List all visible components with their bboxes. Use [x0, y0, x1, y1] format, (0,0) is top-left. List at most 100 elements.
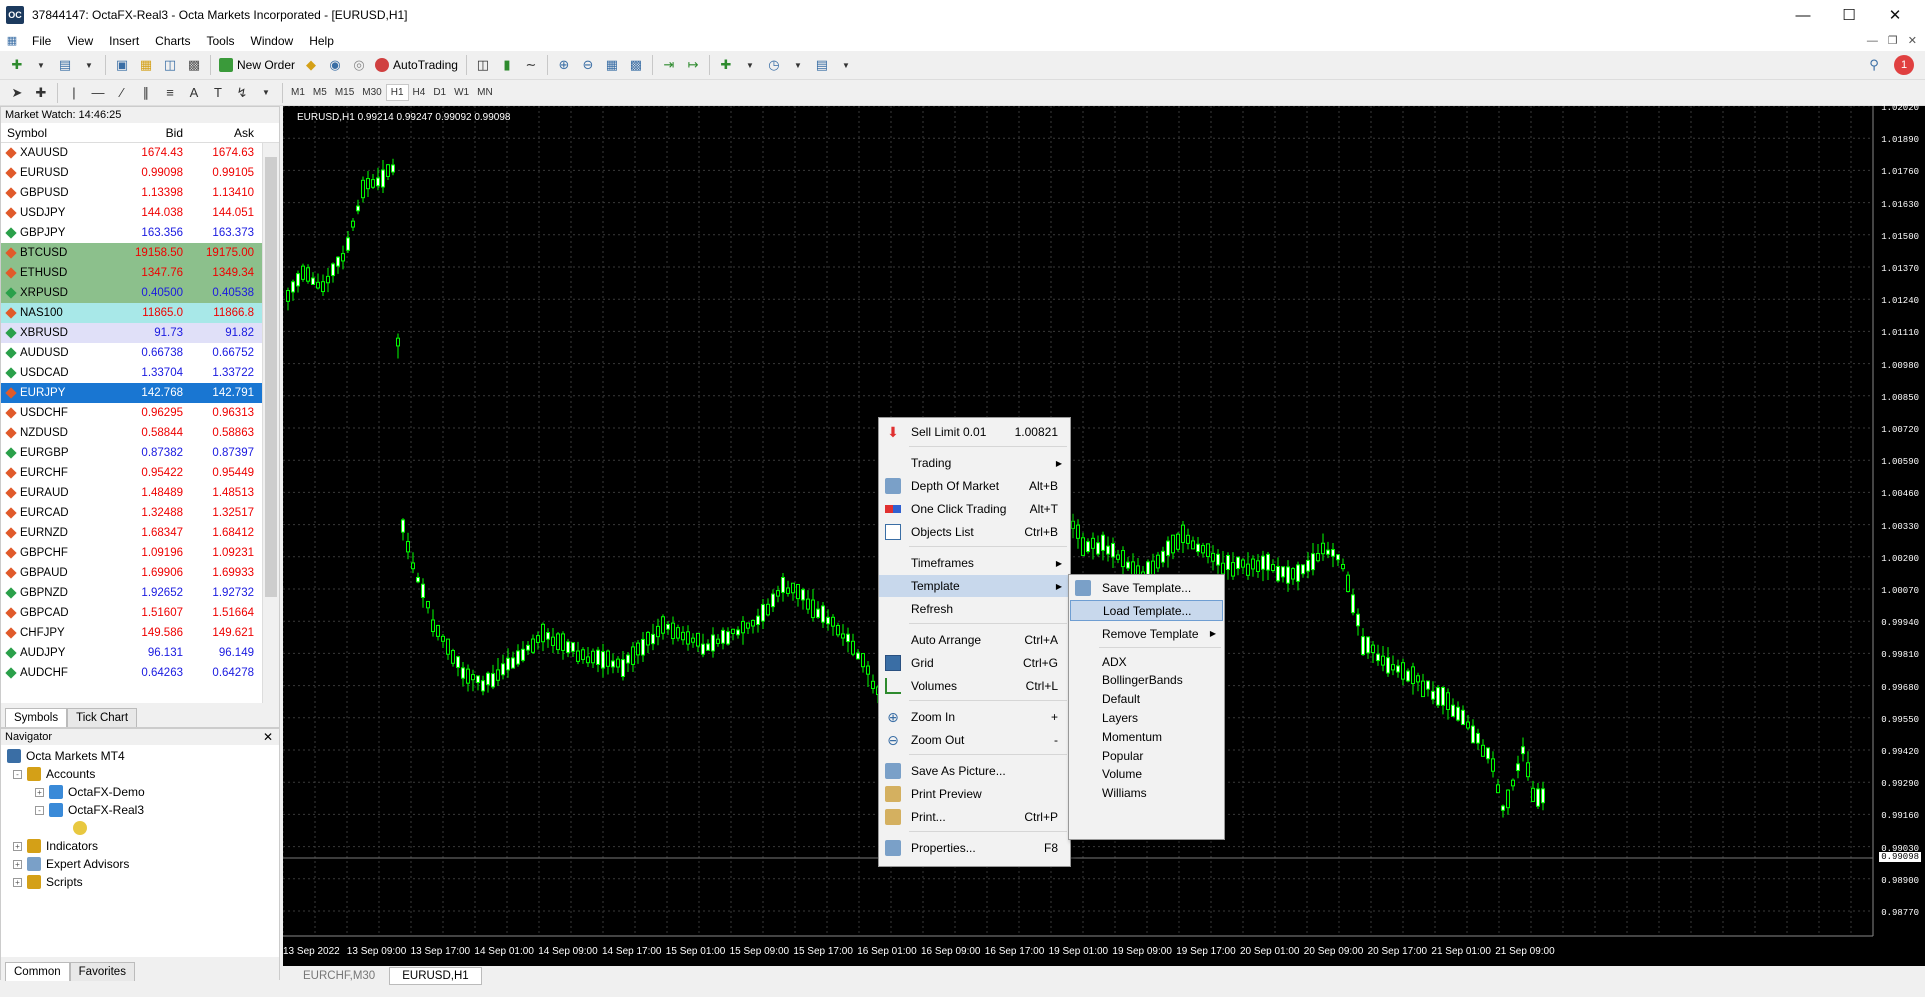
timeframe-w1[interactable]: W1 [450, 85, 473, 100]
search-icon[interactable]: ⚲ [1865, 56, 1883, 74]
chart-tab-eurchf[interactable]: EURCHF,M30 [291, 968, 387, 984]
crosshair-icon[interactable]: ✚ [32, 84, 50, 102]
market-watch-row[interactable]: USDJPY 144.038 144.051 [1, 203, 279, 223]
minimize-button[interactable]: — [1780, 0, 1826, 30]
menu-trading[interactable]: Trading ▶ [879, 452, 1070, 474]
menu-template[interactable]: Template ▶ [879, 575, 1070, 597]
expand-icon[interactable]: + [13, 841, 22, 851]
chart-grid-icon[interactable]: ▩ [627, 56, 645, 74]
chart-tab-eurusd[interactable]: EURUSD,H1 [389, 967, 482, 985]
nav-account-demo[interactable]: + OctaFX-Demo [35, 783, 145, 801]
menu-zoom-in[interactable]: ⊕ Zoom In + [879, 706, 1070, 728]
menu-insert[interactable]: Insert [101, 34, 147, 48]
new-order-button[interactable]: New Order [215, 54, 299, 76]
nav-experts[interactable]: + Expert Advisors [13, 855, 129, 873]
market-watch-row[interactable]: AUDUSD 0.66738 0.66752 [1, 343, 279, 363]
mdi-restore-icon[interactable]: ❐ [1888, 34, 1898, 47]
shapes-icon[interactable]: ↯ [233, 84, 251, 102]
market-watch-row[interactable]: GBPNZD 1.92652 1.92732 [1, 583, 279, 603]
market-watch-icon[interactable]: ▣ [113, 56, 131, 74]
close-icon[interactable]: ✕ [263, 729, 273, 745]
market-watch-row[interactable]: XAUUSD 1674.43 1674.63 [1, 143, 279, 163]
menu-grid[interactable]: Grid Ctrl+G [879, 652, 1070, 674]
zoom-in-icon[interactable]: ⊕ [555, 56, 573, 74]
market-watch-row[interactable]: NAS100 11865.0 11866.8 [1, 303, 279, 323]
candlestick-icon[interactable]: ▮ [498, 56, 516, 74]
tab-common[interactable]: Common [5, 962, 70, 981]
cursor-icon[interactable]: ➤ [8, 84, 26, 102]
nav-accounts[interactable]: - Accounts [13, 765, 95, 783]
line-chart-icon[interactable]: ∼ [522, 56, 540, 74]
timeframe-h1[interactable]: H1 [385, 84, 409, 101]
tab-tick-chart[interactable]: Tick Chart [67, 708, 138, 727]
mdi-minimize-icon[interactable]: — [1867, 35, 1878, 47]
collapse-icon[interactable]: - [13, 769, 22, 779]
channel-icon[interactable]: ∥ [137, 84, 155, 102]
tile-windows-icon[interactable]: ▦ [603, 56, 621, 74]
menu-save-as-picture[interactable]: Save As Picture... [879, 760, 1070, 782]
zoom-out-icon[interactable]: ⊖ [579, 56, 597, 74]
bar-chart-icon[interactable]: ◫ [474, 56, 492, 74]
timeframe-d1[interactable]: D1 [429, 85, 450, 100]
nav-root[interactable]: Octa Markets MT4 [7, 747, 125, 765]
new-chart-icon[interactable]: ✚ [8, 56, 26, 74]
expand-icon[interactable]: + [13, 859, 22, 869]
terminal-icon[interactable]: ▩ [185, 56, 203, 74]
column-symbol[interactable]: Symbol [1, 126, 113, 140]
data-window-icon[interactable]: ▦ [137, 56, 155, 74]
column-bid[interactable]: Bid [113, 126, 186, 140]
dropdown-arrow-icon[interactable]: ▼ [741, 56, 759, 74]
market-watch-row[interactable]: EURCAD 1.32488 1.32517 [1, 503, 279, 523]
menu-charts[interactable]: Charts [147, 34, 198, 48]
market-watch-row[interactable]: GBPCHF 1.09196 1.09231 [1, 543, 279, 563]
market-watch-row[interactable]: AUDCHF 0.64263 0.64278 [1, 663, 279, 683]
expand-icon[interactable]: + [35, 787, 44, 797]
menu-volumes[interactable]: Volumes Ctrl+L [879, 675, 1070, 697]
market-watch-row[interactable]: XRPUSD 0.40500 0.40538 [1, 283, 279, 303]
market-watch-scrollbar[interactable] [262, 143, 279, 703]
scrollbar-thumb[interactable] [265, 157, 277, 597]
horizontal-line-icon[interactable]: — [89, 84, 107, 102]
periods-icon[interactable]: ◷ [765, 56, 783, 74]
menu-auto-arrange[interactable]: Auto Arrange Ctrl+A [879, 629, 1070, 651]
fibonacci-icon[interactable]: ≡ [161, 84, 179, 102]
market-watch-row[interactable]: EURAUD 1.48489 1.48513 [1, 483, 279, 503]
market-watch-row[interactable]: EURNZD 1.68347 1.68412 [1, 523, 279, 543]
maximize-button[interactable]: ☐ [1826, 0, 1872, 30]
indicators-icon[interactable]: ✚ [717, 56, 735, 74]
market-watch-row[interactable]: BTCUSD 19158.50 19175.00 [1, 243, 279, 263]
notifications-badge[interactable]: 1 [1894, 55, 1914, 75]
column-ask[interactable]: Ask [186, 126, 259, 140]
market-watch-row[interactable]: EURJPY 142.768 142.791 [1, 383, 279, 403]
timeframe-mn[interactable]: MN [473, 85, 497, 100]
market-watch-row[interactable]: GBPAUD 1.69906 1.69933 [1, 563, 279, 583]
menu-sell-limit[interactable]: ⬇ Sell Limit 0.01 1.00821 [879, 421, 1070, 443]
auto-scroll-icon[interactable]: ↦ [684, 56, 702, 74]
nav-scripts[interactable]: + Scripts [13, 873, 83, 891]
tab-symbols[interactable]: Symbols [5, 708, 68, 727]
chart-shift-icon[interactable]: ⇥ [660, 56, 678, 74]
tab-favorites[interactable]: Favorites [69, 962, 135, 981]
dropdown-arrow-icon[interactable]: ▼ [789, 56, 807, 74]
market-watch-row[interactable]: XBRUSD 91.73 91.82 [1, 323, 279, 343]
market-watch-row[interactable]: GBPUSD 1.13398 1.13410 [1, 183, 279, 203]
menu-file[interactable]: File [24, 34, 59, 48]
market-watch-row[interactable]: USDCAD 1.33704 1.33722 [1, 363, 279, 383]
profiles-icon[interactable]: ▤ [56, 56, 74, 74]
dropdown-arrow-icon[interactable]: ▼ [837, 56, 855, 74]
market-watch-row[interactable]: GBPCAD 1.51607 1.51664 [1, 603, 279, 623]
timeframe-h4[interactable]: H4 [409, 85, 430, 100]
timeframe-m30[interactable]: M30 [358, 85, 385, 100]
menu-save-template[interactable]: Save Template... [1069, 577, 1224, 598]
nav-account-user[interactable] [73, 819, 87, 837]
nav-indicators[interactable]: + Indicators [13, 837, 98, 855]
autotrading-button[interactable]: AutoTrading [371, 54, 462, 76]
navigator-icon[interactable]: ◫ [161, 56, 179, 74]
market-watch-row[interactable]: USDCHF 0.96295 0.96313 [1, 403, 279, 423]
menu-refresh[interactable]: Refresh [879, 598, 1070, 620]
menu-window[interactable]: Window [243, 34, 302, 48]
timeframe-m1[interactable]: M1 [287, 85, 309, 100]
template-item[interactable]: Williams [1069, 783, 1224, 804]
trendline-icon[interactable]: ∕ [113, 84, 131, 102]
dropdown-arrow-icon[interactable]: ▼ [32, 56, 50, 74]
